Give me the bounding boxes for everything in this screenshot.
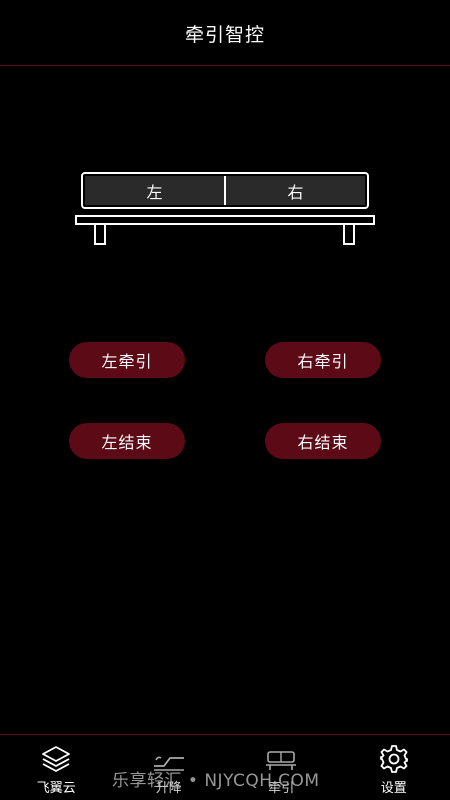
page-title: 牵引智控: [184, 24, 265, 46]
gear-icon: [377, 744, 411, 774]
bed-leg-left: [94, 223, 106, 245]
bed-zone-right[interactable]: 右: [224, 176, 365, 205]
bed-diagram: 左 右: [75, 172, 375, 248]
nav-label-feiyiyun: 飞翼云: [36, 781, 76, 796]
right-traction-button[interactable]: 右牵引: [265, 342, 381, 378]
watermark-text: 乐享轻汇 • NJYCQH.COM: [112, 771, 320, 791]
mattress: 左 右: [81, 172, 369, 209]
nav-item-settings[interactable]: 设置: [338, 735, 450, 800]
left-traction-button[interactable]: 左牵引: [69, 342, 185, 378]
left-end-button[interactable]: 左结束: [69, 423, 185, 459]
right-end-button[interactable]: 右结束: [265, 423, 381, 459]
nav-label-settings: 设置: [380, 781, 407, 796]
app-header: 牵引智控: [0, 0, 450, 66]
bed-leg-right: [343, 223, 355, 245]
bed-frame: [75, 215, 375, 225]
nav-item-feiyiyun[interactable]: 飞翼云: [0, 735, 113, 800]
layers-icon: [39, 744, 73, 774]
bed-zone-left[interactable]: 左: [85, 176, 224, 205]
